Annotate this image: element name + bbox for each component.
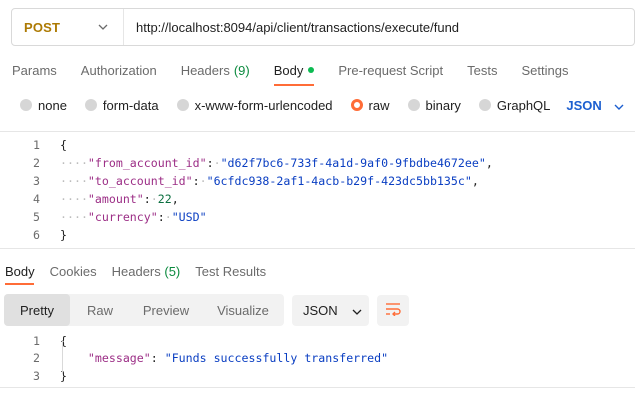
tab-authorization[interactable]: Authorization (81, 63, 157, 78)
radio-none-label: none (38, 97, 67, 113)
line-number: 1 (33, 334, 40, 348)
url-bar: POST http://localhost:8094/api/client/tr… (11, 8, 635, 46)
tab-pre-request-script[interactable]: Pre-request Script (338, 63, 443, 78)
radio-graphql-label: GraphQL (496, 97, 551, 113)
json-value: "Funds successfully transferred" (164, 351, 389, 365)
tab-settings[interactable]: Settings (521, 63, 568, 78)
code-line: 2 "message": "Funds successfully transfe… (0, 349, 635, 367)
code-line: 3 } (0, 367, 635, 385)
body-modified-dot-icon (308, 67, 315, 73)
chevron-down-icon (97, 21, 109, 33)
radio-circle-icon (407, 99, 420, 111)
body-type-options: none form-data x-www-form-urlencoded raw… (20, 95, 624, 115)
code-line: 1 { (0, 136, 635, 154)
tab-authorization-label: Authorization (80, 62, 157, 78)
json-key: "currency" (87, 210, 158, 224)
line-number: 6 (33, 228, 40, 242)
radio-circle-icon (84, 99, 97, 111)
json-value: "d62f7bc6-733f-4a1d-9af0-9fbdbe4672ee" (220, 156, 486, 170)
resp-tab-test-results[interactable]: Test Results (195, 264, 266, 279)
response-format-label: JSON (303, 303, 338, 318)
radio-raw-label: raw (368, 97, 390, 113)
pretty-button[interactable]: Pretty (4, 294, 70, 326)
resp-tab-headers[interactable]: Headers (5) (112, 264, 181, 279)
radio-circle-icon (176, 99, 189, 111)
radio-form-data-label: form-data (102, 97, 159, 113)
line-number: 5 (33, 210, 40, 224)
line-number: 2 (33, 156, 40, 170)
tab-params[interactable]: Params (12, 63, 57, 78)
json-value: "USD" (171, 210, 207, 224)
line-number: 3 (33, 369, 40, 383)
visualize-button[interactable]: Visualize (202, 294, 284, 326)
tab-headers[interactable]: Headers (9) (181, 63, 250, 78)
response-tabs: Body Cookies Headers (5) Test Results (5, 263, 281, 279)
code-line: 4 ····"amount":·22, (0, 190, 635, 208)
method-label: POST (24, 19, 61, 35)
chevron-down-icon (614, 98, 624, 113)
tab-params-label: Params (12, 62, 57, 78)
radio-raw[interactable]: raw (350, 97, 390, 113)
code-line: 3 ····"to_account_id":·"6cfdc938-2af1-4a… (0, 172, 635, 190)
response-active-tab-indicator (5, 283, 34, 285)
radio-graphql[interactable]: GraphQL (478, 97, 551, 113)
open-brace: { (60, 138, 67, 152)
response-body-viewer: 1 { 2 "message": "Funds successfully tra… (0, 332, 635, 388)
radio-x-www-form-urlencoded[interactable]: x-www-form-urlencoded (176, 97, 333, 113)
radio-circle-icon (20, 99, 32, 111)
resp-tab-body[interactable]: Body (5, 264, 35, 279)
line-number: 2 (33, 351, 40, 365)
tab-headers-count: (9) (233, 62, 250, 78)
radio-form-data[interactable]: form-data (84, 97, 159, 113)
request-body-editor[interactable]: 1 { 2 ····"from_account_id":·"d62f7bc6-7… (0, 131, 635, 249)
response-format-select[interactable]: JSON (292, 295, 369, 326)
request-tabs: Params Authorization Headers (9) Body Pre… (12, 60, 592, 80)
raw-button[interactable]: Raw (70, 294, 130, 326)
code-line: 2 ····"from_account_id":·"d62f7bc6-733f-… (0, 154, 635, 172)
close-brace: } (60, 228, 67, 242)
tab-tests[interactable]: Tests (467, 63, 497, 78)
preview-button[interactable]: Preview (130, 294, 202, 326)
json-value: "6cfdc938-2af1-4acb-b29f-423dc5bb135c" (206, 174, 472, 188)
tab-tests-label: Tests (467, 62, 498, 78)
tab-headers-label: Headers (180, 62, 230, 78)
tab-settings-label: Settings (521, 62, 569, 78)
response-view-modes: Pretty Raw Preview Visualize (4, 294, 284, 326)
radio-circle-icon (478, 99, 491, 111)
resp-tab-headers-label: Headers (111, 263, 161, 279)
json-key: "from_account_id" (87, 156, 207, 170)
line-number: 4 (33, 192, 40, 206)
tab-body-label: Body (273, 62, 304, 78)
json-key: "amount" (87, 192, 144, 206)
chevron-down-icon (352, 303, 362, 318)
code-line: 6 } (0, 226, 635, 244)
line-number: 3 (33, 174, 40, 188)
indent-guide (62, 341, 63, 374)
code-line: 1 { (0, 332, 635, 350)
json-key: "to_account_id" (87, 174, 193, 188)
body-format-label: JSON (566, 97, 602, 113)
resp-tab-cookies[interactable]: Cookies (50, 264, 97, 279)
radio-none[interactable]: none (20, 98, 67, 113)
radio-selected-icon (350, 99, 363, 111)
tab-body[interactable]: Body (274, 63, 315, 78)
method-select[interactable]: POST (12, 9, 124, 45)
code-line: 5 ····"currency":·"USD" (0, 208, 635, 226)
radio-urlencoded-label: x-www-form-urlencoded (194, 97, 333, 113)
resp-tab-headers-count: (5) (164, 263, 181, 279)
active-tab-indicator (274, 84, 314, 86)
url-input[interactable]: http://localhost:8094/api/client/transac… (124, 20, 459, 35)
json-key: "message" (87, 351, 151, 365)
radio-binary-label: binary (425, 97, 461, 113)
line-number: 1 (33, 138, 40, 152)
wrap-lines-icon (385, 302, 401, 319)
json-value: 22 (157, 192, 172, 206)
tab-pre-request-script-label: Pre-request Script (338, 62, 444, 78)
wrap-lines-button[interactable] (377, 295, 409, 326)
body-format-select[interactable]: JSON (566, 97, 624, 113)
radio-binary[interactable]: binary (407, 97, 461, 113)
